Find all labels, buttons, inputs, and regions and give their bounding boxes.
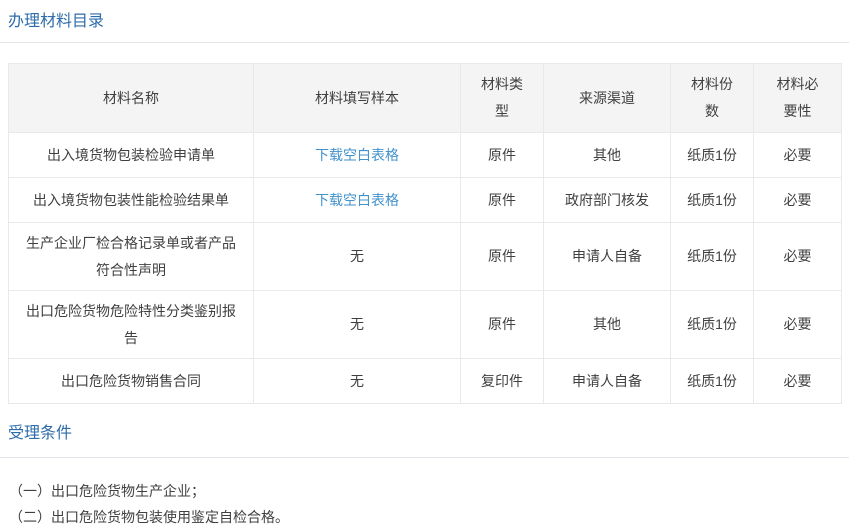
table-row: 出入境货物包装性能检验结果单 下载空白表格 原件 政府部门核发 纸质1份 必要 — [8, 177, 842, 223]
material-name-cell: 出口危险货物销售合同 — [8, 358, 254, 404]
copies-cell: 纸质1份 — [670, 177, 754, 223]
source-channel-cell: 政府部门核发 — [543, 177, 671, 223]
divider-line — [0, 42, 849, 43]
material-type-cell: 原件 — [460, 290, 544, 359]
material-type-cell: 原件 — [460, 222, 544, 291]
material-name-cell: 出入境货物包装检验申请单 — [8, 132, 254, 178]
acceptance-section-title: 受理条件 — [8, 425, 73, 442]
copies-cell: 纸质1份 — [670, 132, 754, 178]
sample-cell: 下载空白表格 — [253, 177, 461, 223]
source-channel-cell: 申请人自备 — [543, 358, 671, 404]
sample-cell: 无 — [253, 222, 461, 291]
header-material-name: 材料名称 — [8, 63, 254, 133]
material-type-cell: 原件 — [460, 132, 544, 178]
sample-cell: 无 — [253, 358, 461, 404]
table-header-row: 材料名称 材料填写样本 材料类型 来源渠道 材料份数 材料必要性 — [8, 63, 842, 133]
copies-cell: 纸质1份 — [670, 290, 754, 359]
material-name-cell: 出入境货物包装性能检验结果单 — [8, 177, 254, 223]
divider-line — [0, 457, 849, 458]
header-source-channel: 来源渠道 — [543, 63, 671, 133]
header-copies: 材料份数 — [670, 63, 754, 133]
source-channel-cell: 其他 — [543, 132, 671, 178]
table-row: 出入境货物包装检验申请单 下载空白表格 原件 其他 纸质1份 必要 — [8, 132, 842, 178]
header-material-type: 材料类型 — [460, 63, 544, 133]
materials-section-title: 办理材料目录 — [8, 13, 105, 30]
material-name-cell: 出口危险货物危险特性分类鉴别报告 — [8, 290, 254, 359]
sample-cell: 无 — [253, 290, 461, 359]
table-row: 出口危险货物危险特性分类鉴别报告 无 原件 其他 纸质1份 必要 — [8, 290, 842, 359]
condition-item-1: （一）出口危险货物生产企业； — [9, 483, 205, 499]
header-sample: 材料填写样本 — [253, 63, 461, 133]
source-channel-cell: 申请人自备 — [543, 222, 671, 291]
necessity-cell: 必要 — [753, 132, 842, 178]
material-name-cell: 生产企业厂检合格记录单或者产品符合性声明 — [8, 222, 254, 291]
table-row: 出口危险货物销售合同 无 复印件 申请人自备 纸质1份 必要 — [8, 358, 842, 404]
copies-cell: 纸质1份 — [670, 222, 754, 291]
download-blank-form-link[interactable]: 下载空白表格 — [315, 147, 399, 163]
acceptance-conditions: （一）出口危险货物生产企业； （二）出口危险货物包装使用鉴定自检合格。 — [9, 478, 849, 530]
copies-cell: 纸质1份 — [670, 358, 754, 404]
material-type-cell: 复印件 — [460, 358, 544, 404]
source-channel-cell: 其他 — [543, 290, 671, 359]
necessity-cell: 必要 — [753, 358, 842, 404]
necessity-cell: 必要 — [753, 290, 842, 359]
necessity-cell: 必要 — [753, 222, 842, 291]
download-blank-form-link[interactable]: 下载空白表格 — [315, 192, 399, 208]
material-type-cell: 原件 — [460, 177, 544, 223]
materials-table: 材料名称 材料填写样本 材料类型 来源渠道 材料份数 材料必要性 出入境货物包装… — [8, 63, 842, 404]
sample-cell: 下载空白表格 — [253, 132, 461, 178]
table-row: 生产企业厂检合格记录单或者产品符合性声明 无 原件 申请人自备 纸质1份 必要 — [8, 222, 842, 291]
necessity-cell: 必要 — [753, 177, 842, 223]
condition-item-2: （二）出口危险货物包装使用鉴定自检合格。 — [9, 509, 289, 525]
header-necessity: 材料必要性 — [753, 63, 842, 133]
